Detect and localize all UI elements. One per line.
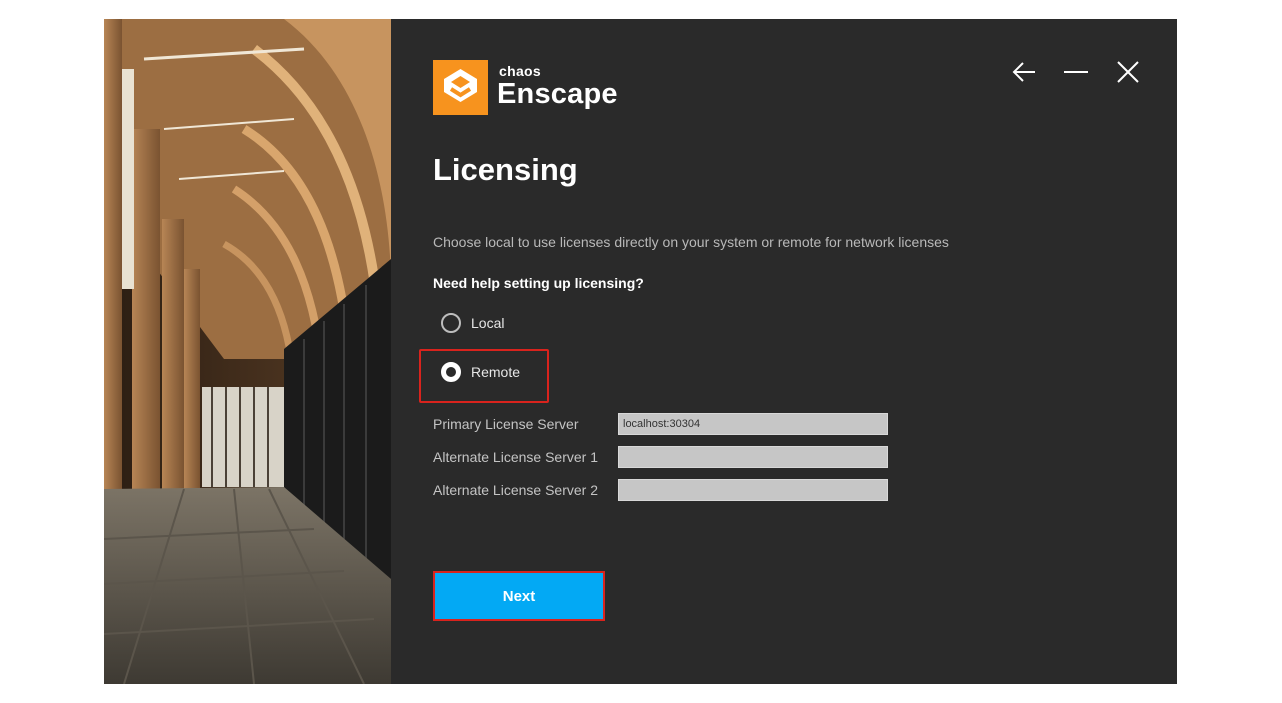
page-title: Licensing <box>433 152 578 187</box>
radio-local[interactable]: Local <box>441 313 504 333</box>
minimize-icon <box>1064 71 1088 73</box>
window-controls <box>1011 59 1141 85</box>
licensing-help-link[interactable]: Need help setting up licensing? <box>433 275 644 291</box>
corridor-photo <box>104 19 391 684</box>
page-subtitle: Choose local to use licenses directly on… <box>433 234 949 250</box>
close-icon <box>1117 61 1139 83</box>
radio-local-label: Local <box>471 315 505 331</box>
radio-remote-circle[interactable] <box>441 362 461 382</box>
primary-server-row: Primary License Server <box>433 413 888 435</box>
back-button[interactable] <box>1011 59 1037 85</box>
radio-local-circle[interactable] <box>441 313 461 333</box>
next-button[interactable]: Next <box>433 571 605 621</box>
alternate-server-2-label: Alternate License Server 2 <box>433 482 598 498</box>
installer-window: chaos Enscape Licensing Choose local to <box>104 19 1177 684</box>
radio-remote[interactable]: Remote <box>441 362 520 382</box>
enscape-logo-icon <box>433 60 488 115</box>
alternate-server-2-input[interactable] <box>618 479 888 501</box>
brand-small-text: chaos <box>499 63 541 79</box>
radio-remote-label: Remote <box>471 364 521 380</box>
alternate-server-1-row: Alternate License Server 1 <box>433 446 888 468</box>
alternate-server-1-label: Alternate License Server 1 <box>433 449 598 465</box>
minimize-button[interactable] <box>1063 59 1089 85</box>
licensing-panel: chaos Enscape Licensing Choose local to <box>391 19 1177 684</box>
primary-server-input[interactable] <box>618 413 888 435</box>
alternate-server-2-row: Alternate License Server 2 <box>433 479 888 501</box>
brand-name: Enscape <box>497 78 618 110</box>
alternate-server-1-input[interactable] <box>618 446 888 468</box>
primary-server-label: Primary License Server <box>433 416 579 432</box>
arrow-left-icon <box>1012 62 1035 82</box>
enscape-logo: chaos Enscape <box>433 60 633 116</box>
close-button[interactable] <box>1115 59 1141 85</box>
